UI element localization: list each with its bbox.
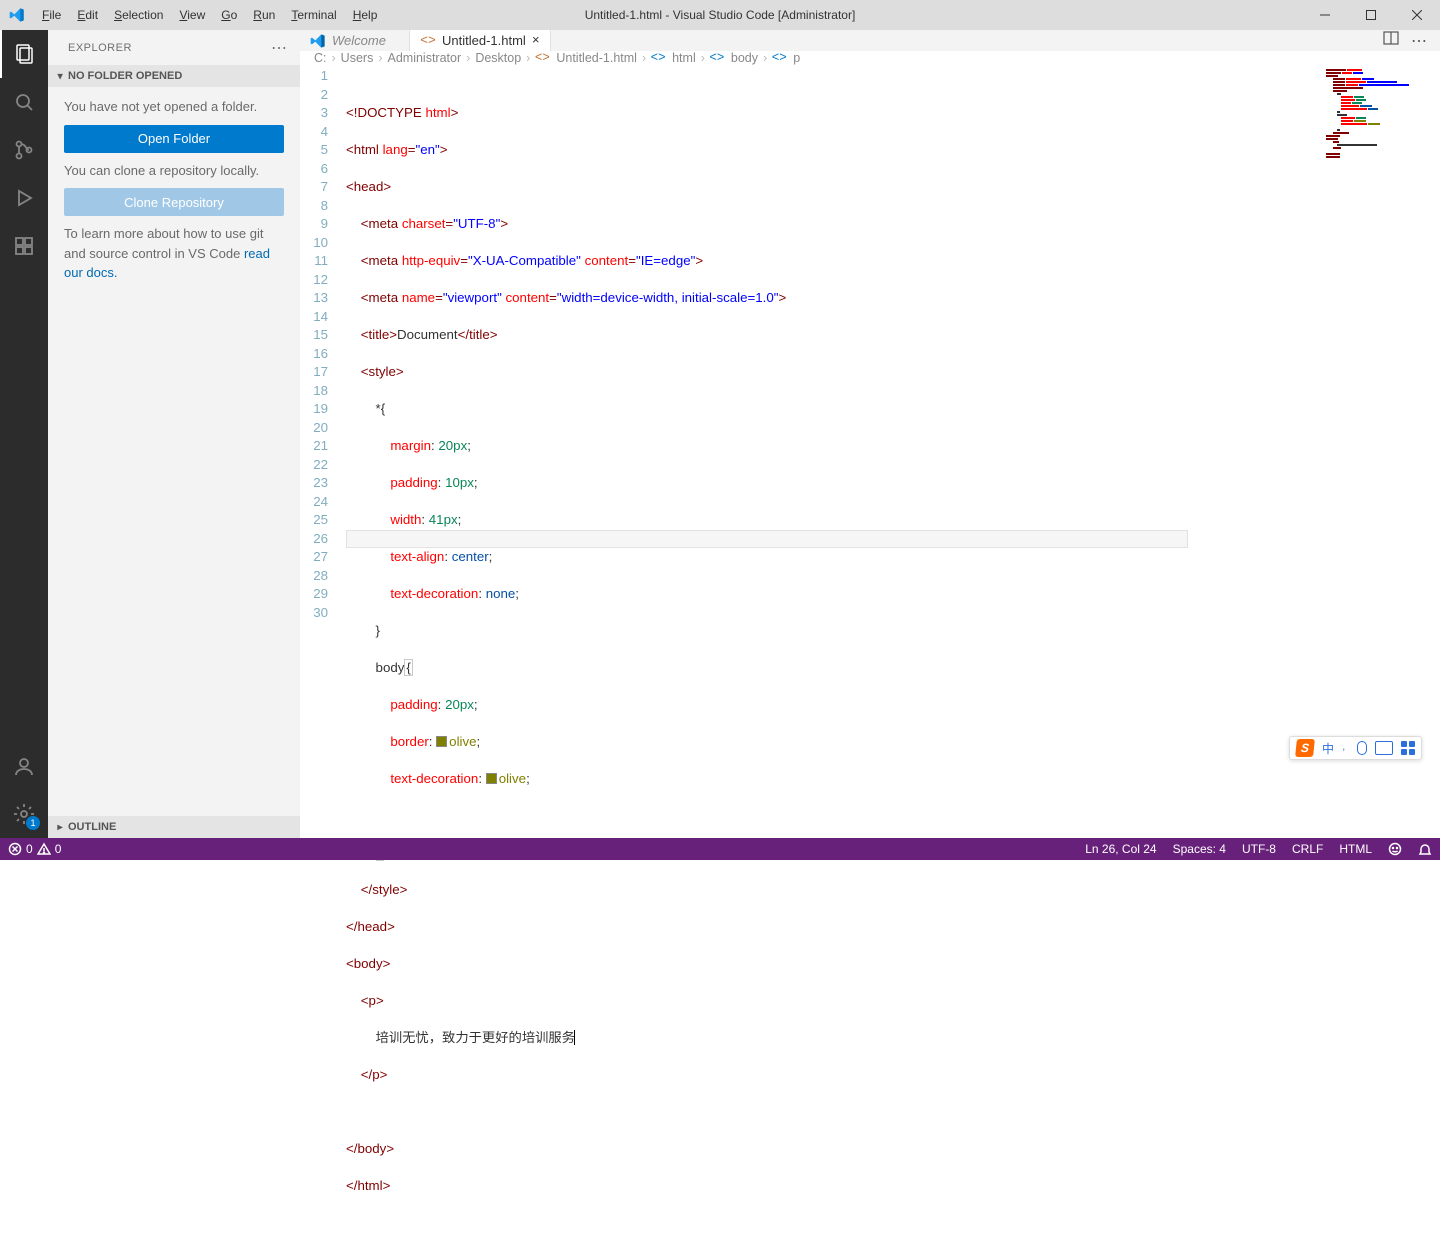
no-folder-msg: You have not yet opened a folder.	[64, 97, 284, 117]
breadcrumb-part[interactable]: Users	[341, 51, 374, 65]
line-gutter: 12345 678910 1112131415 1617181920 21222…	[300, 65, 346, 1233]
more-actions-icon[interactable]: ⋯	[1411, 31, 1428, 51]
notifications-icon[interactable]	[1410, 838, 1440, 860]
encoding[interactable]: UTF-8	[1234, 838, 1284, 860]
menu-file[interactable]: FFileile	[34, 0, 69, 30]
mic-icon[interactable]	[1357, 741, 1367, 755]
sidebar-title: EXPLORER	[68, 42, 132, 54]
outline-header[interactable]: OUTLINE	[48, 816, 300, 838]
tab-actions: ⋯	[1371, 30, 1440, 51]
sidebar-more-icon[interactable]: ⋯	[271, 38, 288, 58]
sogou-icon[interactable]: S	[1295, 739, 1315, 757]
menu-go[interactable]: Go	[213, 0, 245, 30]
keyboard-icon[interactable]	[1375, 741, 1393, 755]
activity-bar: 1	[0, 30, 48, 838]
symbol-icon: <>	[710, 51, 724, 65]
title-bar: FFileile Edit Selection View Go Run Term…	[0, 0, 1440, 30]
clone-msg: You can clone a repository locally.	[64, 161, 284, 181]
vscode-icon	[0, 7, 34, 23]
minimize-button[interactable]	[1302, 0, 1348, 30]
maximize-button[interactable]	[1348, 0, 1394, 30]
grid-icon[interactable]	[1401, 741, 1415, 755]
ime-toolbar[interactable]: S 中 ，	[1289, 736, 1422, 760]
editor-area: Welcome <> Untitled-1.html × ⋯ C:› Users…	[300, 30, 1440, 838]
status-bar: 0 0 Ln 26, Col 24 Spaces: 4 UTF-8 CRLF H…	[0, 838, 1440, 860]
settings-badge: 1	[26, 816, 40, 830]
breadcrumb-part[interactable]: Administrator	[388, 51, 462, 65]
sidebar: EXPLORER ⋯ NO FOLDER OPENED You have not…	[48, 30, 300, 838]
errors-item[interactable]: 0 0	[0, 838, 69, 860]
breadcrumb-part[interactable]: C:	[314, 51, 327, 65]
ime-punct[interactable]: ，	[1342, 743, 1349, 753]
html-file-icon: <>	[420, 33, 436, 49]
close-button[interactable]	[1394, 0, 1440, 30]
breadcrumb-part[interactable]: Desktop	[475, 51, 521, 65]
sidebar-header: EXPLORER ⋯	[48, 30, 300, 65]
code-content[interactable]: <!DOCTYPE html> <html lang="en"> <head> …	[346, 65, 1320, 1233]
settings-gear-icon[interactable]: 1	[0, 790, 48, 838]
accounts-icon[interactable]	[0, 742, 48, 790]
clone-repository-button[interactable]: Clone Repository	[64, 188, 284, 216]
tab-bar: Welcome <> Untitled-1.html × ⋯	[300, 30, 1440, 51]
vscode-small-icon	[310, 33, 326, 49]
breadcrumb-symbol[interactable]: html	[672, 51, 696, 65]
tab-untitled-html[interactable]: <> Untitled-1.html ×	[410, 30, 551, 51]
menu-terminal[interactable]: Terminal	[283, 0, 344, 30]
tab-welcome-label: Welcome	[332, 33, 386, 48]
menu-selection[interactable]: Selection	[106, 0, 171, 30]
feedback-icon[interactable]	[1380, 838, 1410, 860]
learn-more-text: To learn more about how to use git and s…	[64, 224, 284, 283]
breadcrumb-file[interactable]: Untitled-1.html	[556, 51, 637, 65]
menu-bar: FFileile Edit Selection View Go Run Term…	[34, 0, 385, 30]
editor-body[interactable]: 12345 678910 1112131415 1617181920 21222…	[300, 65, 1440, 1233]
split-editor-icon[interactable]	[1383, 30, 1399, 51]
text-cursor	[574, 1030, 575, 1045]
menu-help[interactable]: Help	[345, 0, 386, 30]
breadcrumb-symbol[interactable]: body	[731, 51, 758, 65]
extensions-icon[interactable]	[0, 222, 48, 270]
search-icon[interactable]	[0, 78, 48, 126]
indentation[interactable]: Spaces: 4	[1165, 838, 1234, 860]
menu-run[interactable]: Run	[245, 0, 283, 30]
window-controls	[1302, 0, 1440, 30]
menu-edit[interactable]: Edit	[69, 0, 106, 30]
explorer-icon[interactable]	[0, 30, 48, 78]
sidebar-body: You have not yet opened a folder. Open F…	[48, 87, 300, 293]
tab-welcome[interactable]: Welcome	[300, 30, 410, 51]
breadcrumb-symbol[interactable]: p	[793, 51, 800, 65]
html-file-icon: <>	[535, 51, 549, 65]
window-title: Untitled-1.html - Visual Studio Code [Ad…	[585, 8, 856, 22]
source-control-icon[interactable]	[0, 126, 48, 174]
menu-view[interactable]: View	[171, 0, 213, 30]
symbol-icon: <>	[772, 51, 786, 65]
open-folder-button[interactable]: Open Folder	[64, 125, 284, 153]
tab-file-label: Untitled-1.html	[442, 33, 526, 48]
eol[interactable]: CRLF	[1284, 838, 1331, 860]
minimap[interactable]	[1320, 65, 1440, 1233]
cursor-position[interactable]: Ln 26, Col 24	[1077, 838, 1164, 860]
tab-close-icon[interactable]: ×	[532, 33, 540, 48]
run-debug-icon[interactable]	[0, 174, 48, 222]
no-folder-header[interactable]: NO FOLDER OPENED	[48, 65, 300, 87]
symbol-icon: <>	[651, 51, 665, 65]
language-mode[interactable]: HTML	[1331, 838, 1380, 860]
ime-lang[interactable]: 中	[1322, 740, 1334, 757]
breadcrumbs[interactable]: C:› Users› Administrator› Desktop› <>Unt…	[300, 51, 1440, 65]
